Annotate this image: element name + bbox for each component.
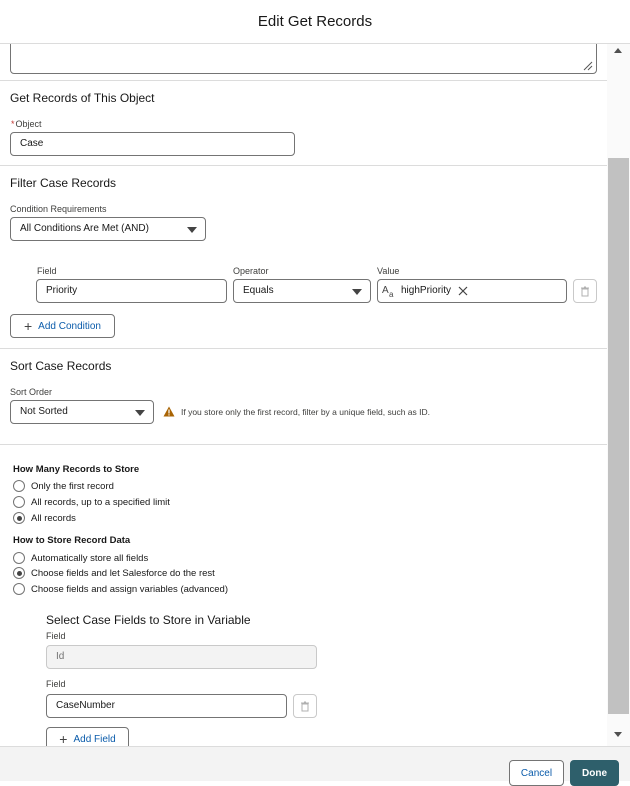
add-field-label: Add Field: [73, 733, 116, 745]
radio-all-records-limit[interactable]: All records, up to a specified limit: [13, 496, 170, 508]
modal-header: Edit Get Records: [0, 0, 630, 44]
radio-choose-fields-advanced[interactable]: Choose fields and assign variables (adva…: [13, 583, 228, 595]
add-condition-label: Add Condition: [38, 320, 101, 332]
chevron-down-icon: [135, 410, 145, 416]
condition-requirements-select[interactable]: All Conditions Are Met (AND): [10, 217, 206, 241]
radio-label: Choose fields and let Salesforce do the …: [31, 567, 215, 579]
radio-label: All records, up to a specified limit: [31, 496, 170, 508]
radio-choose-fields-salesforce[interactable]: Choose fields and let Salesforce do the …: [13, 567, 215, 579]
radio-button[interactable]: [13, 583, 25, 595]
add-condition-button[interactable]: + Add Condition: [10, 314, 115, 338]
condition-requirements-label: Condition Requirements: [10, 204, 107, 214]
plus-icon: +: [23, 318, 33, 334]
condition-operator-value: Equals: [243, 285, 274, 296]
warning-icon: [163, 406, 175, 417]
modal-body[interactable]: Get Records of This Object *Object Case …: [0, 44, 630, 746]
close-icon[interactable]: [458, 286, 468, 296]
condition-field-value: Priority: [46, 285, 78, 296]
trash-icon: [301, 701, 309, 711]
how-to-store-label: How to Store Record Data: [13, 535, 131, 546]
radio-button[interactable]: [13, 480, 25, 492]
svg-text:A: A: [382, 285, 389, 296]
resource-pill: A a highPriority: [381, 283, 468, 299]
divider: [0, 348, 607, 349]
field-label: Field: [46, 679, 66, 689]
radio-button-selected[interactable]: [13, 567, 25, 579]
cancel-button[interactable]: Cancel: [509, 760, 564, 786]
field-column-header: Field: [37, 266, 57, 276]
delete-condition-button[interactable]: [573, 279, 597, 303]
resize-handle-icon[interactable]: [583, 61, 593, 71]
condition-operator-select[interactable]: Equals: [233, 279, 371, 303]
object-label: *Object: [11, 119, 42, 129]
chevron-down-icon: [187, 227, 197, 233]
resource-pill-label: highPriority: [401, 285, 452, 296]
value-column-header: Value: [377, 266, 400, 276]
modal-content: Get Records of This Object *Object Case …: [0, 44, 607, 746]
radio-label: Automatically store all fields: [31, 552, 149, 564]
radio-only-first-record[interactable]: Only the first record: [13, 480, 114, 492]
modal-footer: Cancel Done: [0, 746, 630, 786]
svg-text:a: a: [389, 290, 394, 299]
required-mark: *: [11, 119, 15, 129]
object-input-value: Case: [20, 138, 44, 149]
radio-store-all-fields[interactable]: Automatically store all fields: [13, 552, 148, 564]
add-field-button[interactable]: + Add Field: [46, 727, 129, 746]
modal-title: Edit Get Records: [257, 13, 373, 30]
plus-icon: +: [59, 731, 68, 746]
field-input-id-value: Id: [56, 651, 65, 662]
scrollbar-thumb[interactable]: [608, 158, 629, 714]
scroll-down-icon[interactable]: [614, 732, 622, 737]
operator-column-header: Operator: [233, 266, 269, 276]
vertical-scrollbar[interactable]: [607, 44, 630, 746]
divider: [0, 165, 607, 166]
how-many-records-label: How Many Records to Store: [13, 464, 140, 475]
field-label: Field: [46, 631, 66, 641]
description-textarea[interactable]: [10, 44, 597, 74]
radio-label: Choose fields and assign variables (adva…: [31, 583, 228, 595]
trash-icon: [581, 286, 589, 296]
radio-button-selected[interactable]: [13, 512, 25, 524]
object-section-title: Get Records of This Object: [10, 91, 155, 105]
radio-button[interactable]: [13, 496, 25, 508]
sort-order-select[interactable]: Not Sorted: [10, 400, 154, 424]
divider: [0, 80, 607, 81]
filter-section-title: Filter Case Records: [10, 176, 117, 190]
sort-order-label: Sort Order: [10, 387, 53, 397]
store-fields-title: Select Case Fields to Store in Variable: [46, 613, 251, 627]
sort-section-title: Sort Case Records: [10, 359, 112, 373]
sort-warning-text: If you store only the first record, filt…: [181, 407, 430, 417]
field-input-id: Id: [46, 645, 317, 669]
object-input[interactable]: Case: [10, 132, 295, 156]
field-input-casenumber[interactable]: CaseNumber: [46, 694, 287, 718]
object-label-text: Object: [15, 119, 42, 129]
radio-label: All records: [31, 512, 76, 524]
chevron-down-icon: [352, 289, 362, 295]
condition-field-input[interactable]: Priority: [36, 279, 227, 303]
field-input-casenumber-value: CaseNumber: [56, 700, 115, 711]
text-resource-icon: A a: [382, 285, 394, 299]
radio-label: Only the first record: [31, 480, 114, 492]
condition-value-input[interactable]: A a highPriority: [377, 279, 567, 303]
radio-all-records[interactable]: All records: [13, 512, 76, 524]
delete-field-button[interactable]: [293, 694, 317, 718]
sort-order-value: Not Sorted: [20, 406, 68, 417]
radio-button[interactable]: [13, 552, 25, 564]
divider: [0, 444, 607, 445]
done-button[interactable]: Done: [570, 760, 619, 786]
scroll-up-icon[interactable]: [614, 48, 622, 53]
condition-requirements-value: All Conditions Are Met (AND): [20, 223, 149, 234]
